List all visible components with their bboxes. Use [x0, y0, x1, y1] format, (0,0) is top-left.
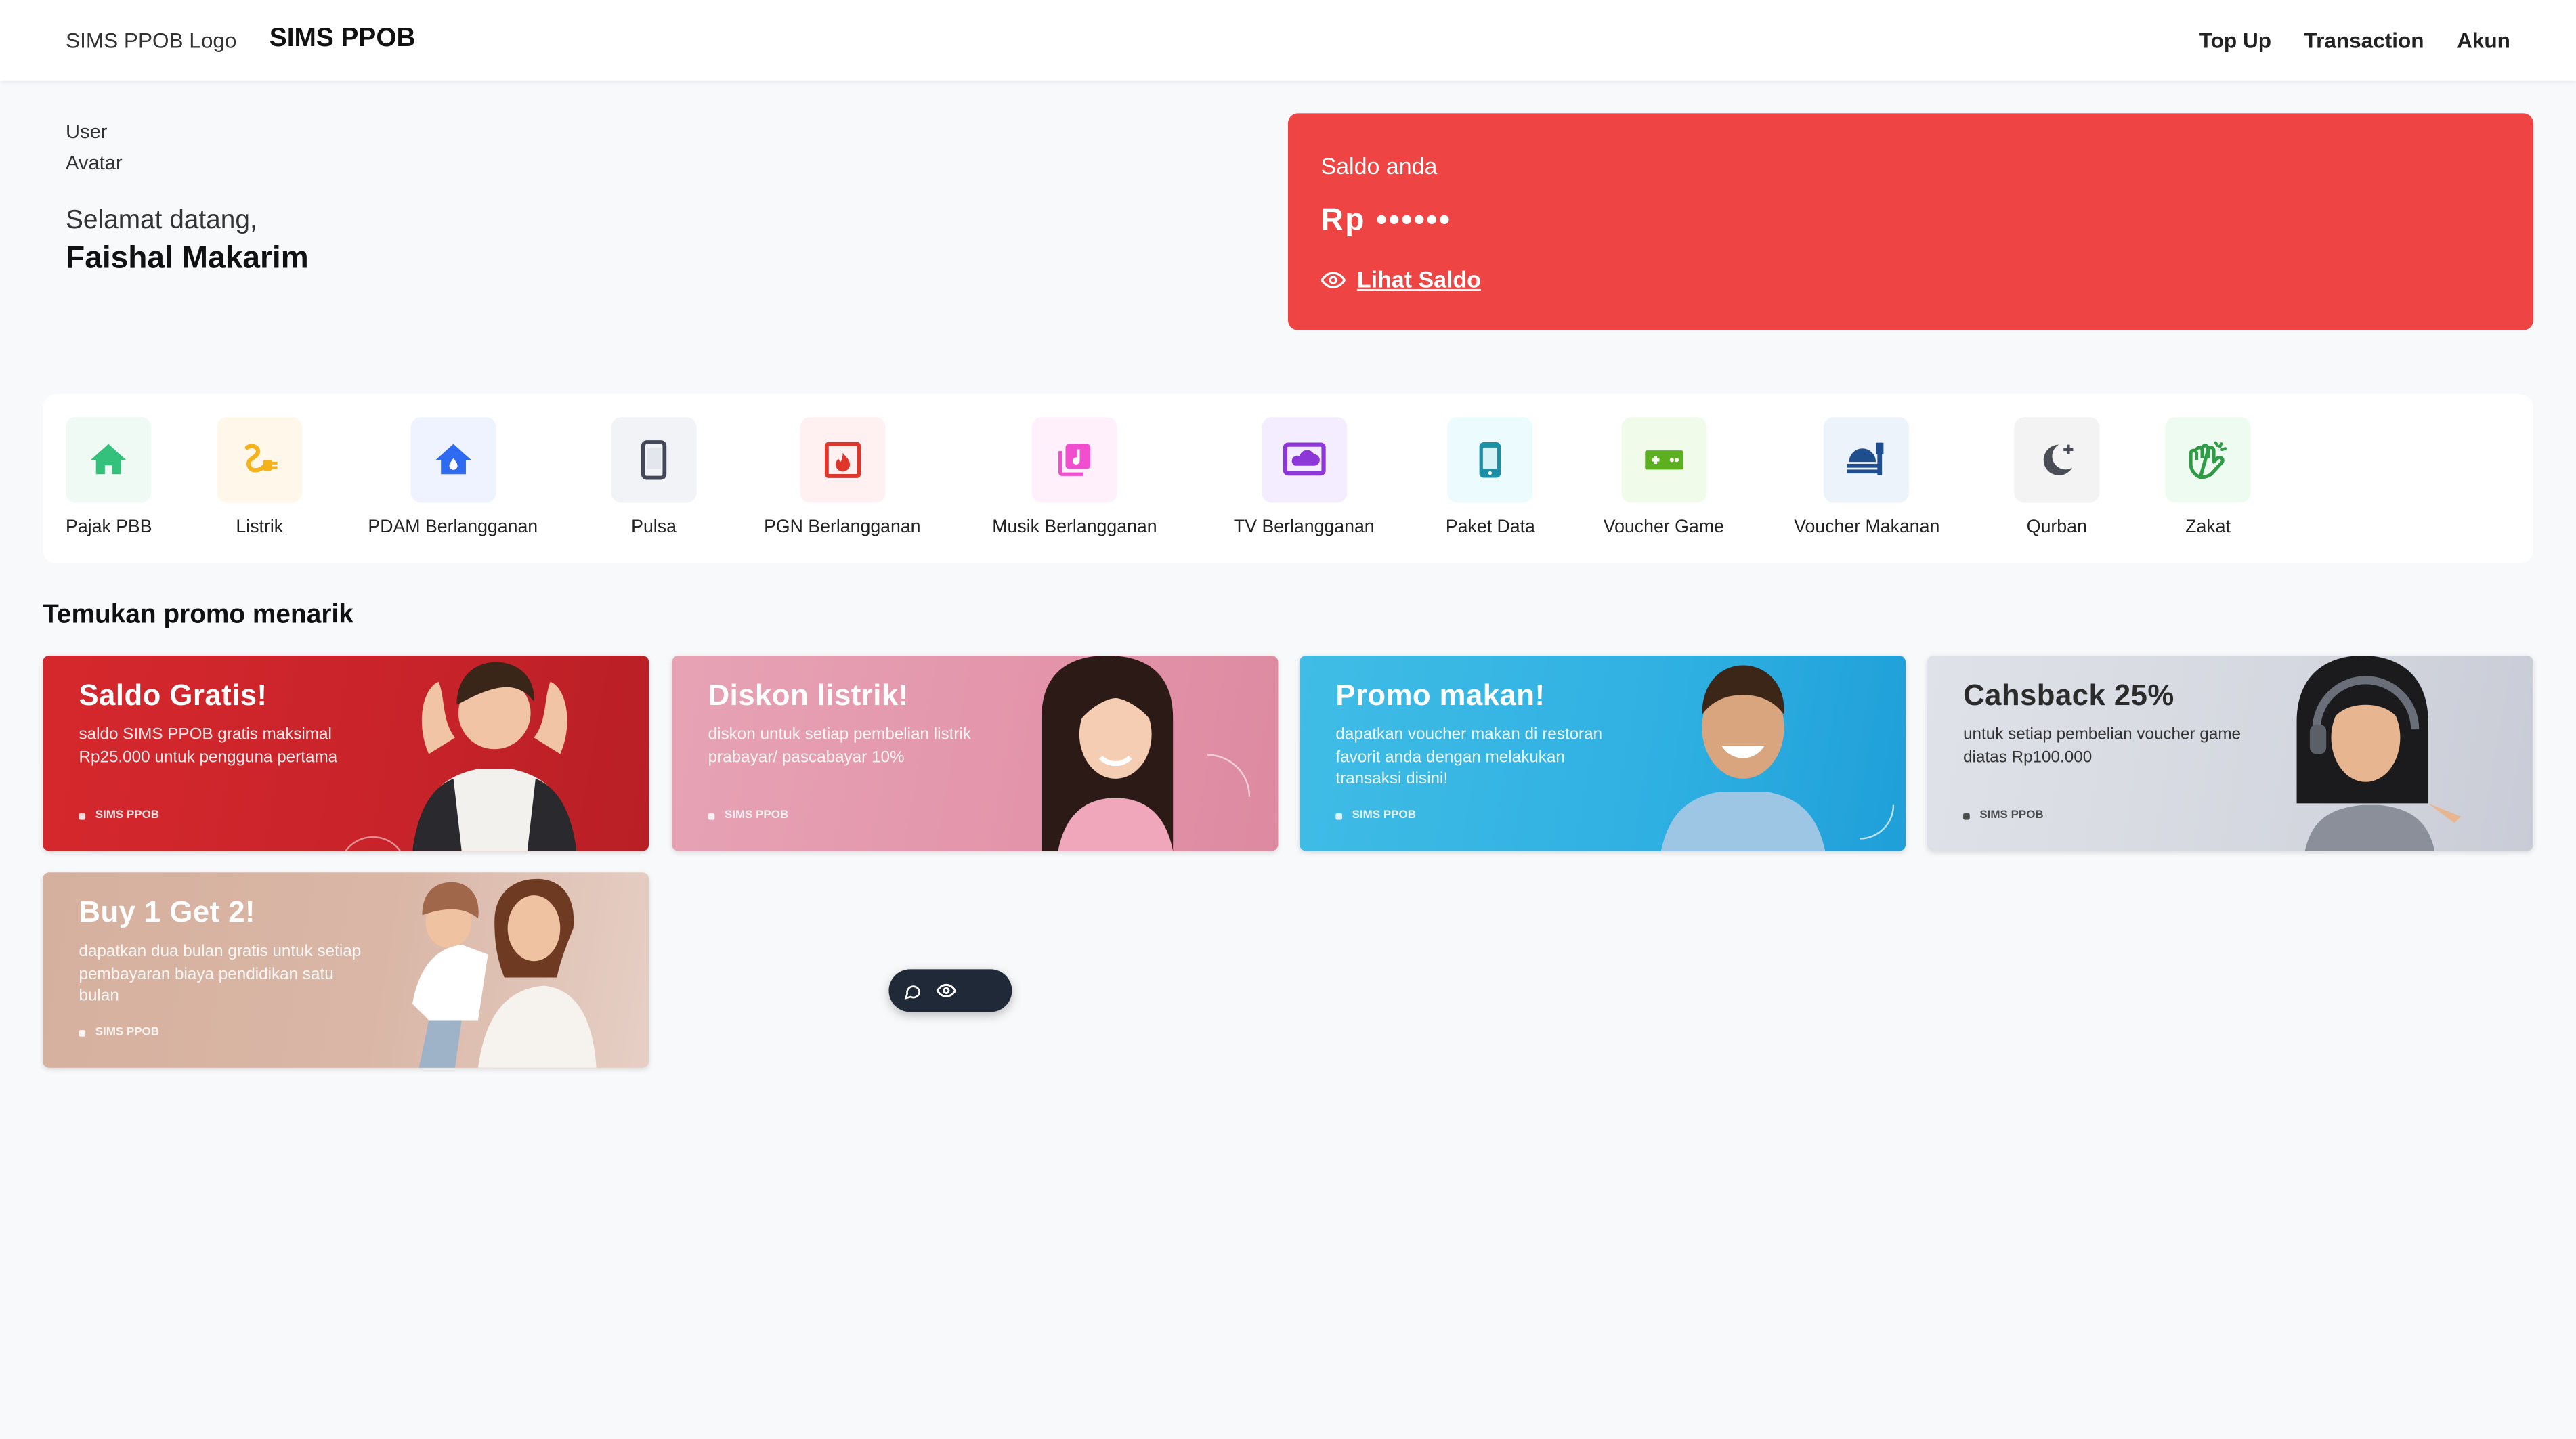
- promo-title: Diskon listrik!: [708, 678, 909, 712]
- service-voucher-game[interactable]: Voucher Game: [1604, 417, 1724, 537]
- promo-person-image: [1660, 665, 1826, 851]
- nav-transaction[interactable]: Transaction: [2304, 28, 2424, 52]
- service-pdam[interactable]: PDAM Berlangganan: [368, 417, 538, 537]
- promo-person-image: [1042, 655, 1174, 851]
- service-label: Pulsa: [631, 517, 677, 538]
- service-label: Pajak PBB: [66, 517, 152, 538]
- nav-top-up[interactable]: Top Up: [2199, 28, 2271, 52]
- promo-tag: SIMS PPOB: [1963, 810, 2043, 821]
- service-pajak-pbb[interactable]: Pajak PBB: [66, 417, 152, 537]
- service-tv[interactable]: TV Berlangganan: [1234, 417, 1375, 537]
- nav-akun[interactable]: Akun: [2457, 28, 2510, 52]
- service-label: Zakat: [2185, 517, 2231, 538]
- promo-description: dapatkan voucher makan di restoran favor…: [1335, 726, 1603, 789]
- promo-title: Buy 1 Get 2!: [79, 895, 256, 928]
- logo-alt-text: SIMS PPOB Logo: [66, 28, 237, 53]
- water-home-icon: [410, 417, 496, 503]
- eye-icon: [1321, 271, 1346, 288]
- promo-tag: SIMS PPOB: [1335, 810, 1416, 821]
- plug-icon: [217, 417, 303, 503]
- gamepad-icon: [1620, 417, 1706, 503]
- promo-title: Saldo Gratis!: [79, 678, 267, 712]
- hands-icon: [2165, 417, 2251, 503]
- welcome-text: Selamat datang,: [66, 207, 257, 235]
- service-pgn[interactable]: PGN Berlangganan: [764, 417, 921, 538]
- service-label: Voucher Makanan: [1794, 517, 1940, 538]
- avatar: User Avatar: [66, 120, 123, 175]
- show-balance-label: Lihat Saldo: [1356, 266, 1481, 293]
- top-navbar: SIMS PPOB Logo SIMS PPOB Top Up Transact…: [0, 0, 2576, 81]
- logo[interactable]: SIMS PPOB Logo: [66, 28, 236, 52]
- service-label: Musik Berlangganan: [992, 517, 1157, 538]
- promo-description: diskon untuk setiap pembelian listrik pr…: [708, 726, 971, 767]
- promo-card-saldo-gratis[interactable]: Saldo Gratis! saldo SIMS PPOB gratis mak…: [43, 655, 649, 851]
- music-icon: [1031, 417, 1118, 503]
- house-icon: [66, 417, 152, 503]
- services-menu: Pajak PBB Listrik PDAM Berlangganan Puls…: [43, 394, 2533, 564]
- brand-name[interactable]: SIMS PPOB: [270, 24, 416, 54]
- promo-section-title: Temukan promo menarik: [43, 601, 353, 630]
- phone-icon: [611, 417, 697, 503]
- promo-tag: SIMS PPOB: [708, 810, 788, 821]
- balance-label: Saldo anda: [1321, 152, 1438, 179]
- service-label: Paket Data: [1445, 517, 1535, 538]
- service-label: PDAM Berlangganan: [368, 517, 538, 538]
- promo-title: Promo makan!: [1335, 678, 1545, 712]
- service-paket-data[interactable]: Paket Data: [1446, 417, 1535, 537]
- promo-card-diskon-listrik[interactable]: Diskon listrik! diskon untuk setiap pemb…: [672, 655, 1279, 851]
- service-label: Voucher Game: [1603, 517, 1724, 538]
- tv-icon: [1261, 417, 1347, 503]
- promo-description: untuk setiap pembelian voucher game diat…: [1963, 726, 2241, 767]
- show-balance-toggle[interactable]: Lihat Saldo: [1321, 266, 1481, 293]
- promo-person-image: [412, 662, 577, 851]
- service-musik[interactable]: Musik Berlangganan: [992, 417, 1157, 537]
- balance-amount: Rp ••••••: [1321, 203, 1452, 238]
- service-label: PGN Berlangganan: [764, 517, 921, 538]
- service-voucher-makanan[interactable]: Voucher Makanan: [1794, 417, 1939, 537]
- balance-card: Saldo anda Rp •••••• Lihat Saldo: [1287, 113, 2533, 330]
- service-label: Listrik: [236, 517, 284, 538]
- promo-card-buy1get2[interactable]: Buy 1 Get 2! dapatkan dua bulan gratis u…: [43, 872, 649, 1068]
- promo-person-image: [412, 878, 597, 1068]
- mobile-data-icon: [1447, 417, 1533, 503]
- service-pulsa[interactable]: Pulsa: [611, 417, 697, 538]
- app-frame: SIMS PPOB Logo SIMS PPOB Top Up Transact…: [0, 0, 2576, 1439]
- promo-card-cashback[interactable]: Cahsback 25% untuk setiap pembelian vouc…: [1927, 655, 2533, 851]
- eye-icon[interactable]: [936, 981, 956, 1000]
- service-listrik[interactable]: Listrik: [217, 417, 303, 538]
- service-qurban[interactable]: Qurban: [2014, 417, 2100, 538]
- service-label: Qurban: [2026, 517, 2087, 538]
- food-icon: [1824, 417, 1910, 503]
- main-nav: Top Up Transaction Akun: [2199, 28, 2510, 52]
- gas-flame-icon: [799, 417, 885, 503]
- promo-description: saldo SIMS PPOB gratis maksimal Rp25.000…: [79, 726, 338, 767]
- floating-toolbar[interactable]: [888, 969, 1012, 1012]
- promo-tag: SIMS PPOB: [79, 1027, 159, 1038]
- comment-icon[interactable]: [903, 982, 922, 1000]
- promo-person-image: [2296, 655, 2462, 851]
- promo-description: dapatkan dua bulan gratis untuk setiap p…: [79, 943, 362, 1006]
- moon-icon: [2014, 417, 2100, 503]
- service-zakat[interactable]: Zakat: [2165, 417, 2251, 538]
- user-name: Faishal Makarim: [66, 241, 309, 276]
- promo-card-promo-makan[interactable]: Promo makan! dapatkan voucher makan di r…: [1299, 655, 1906, 851]
- promo-tag: SIMS PPOB: [79, 810, 159, 821]
- service-label: TV Berlangganan: [1233, 517, 1375, 538]
- promo-title: Cahsback 25%: [1963, 678, 2174, 712]
